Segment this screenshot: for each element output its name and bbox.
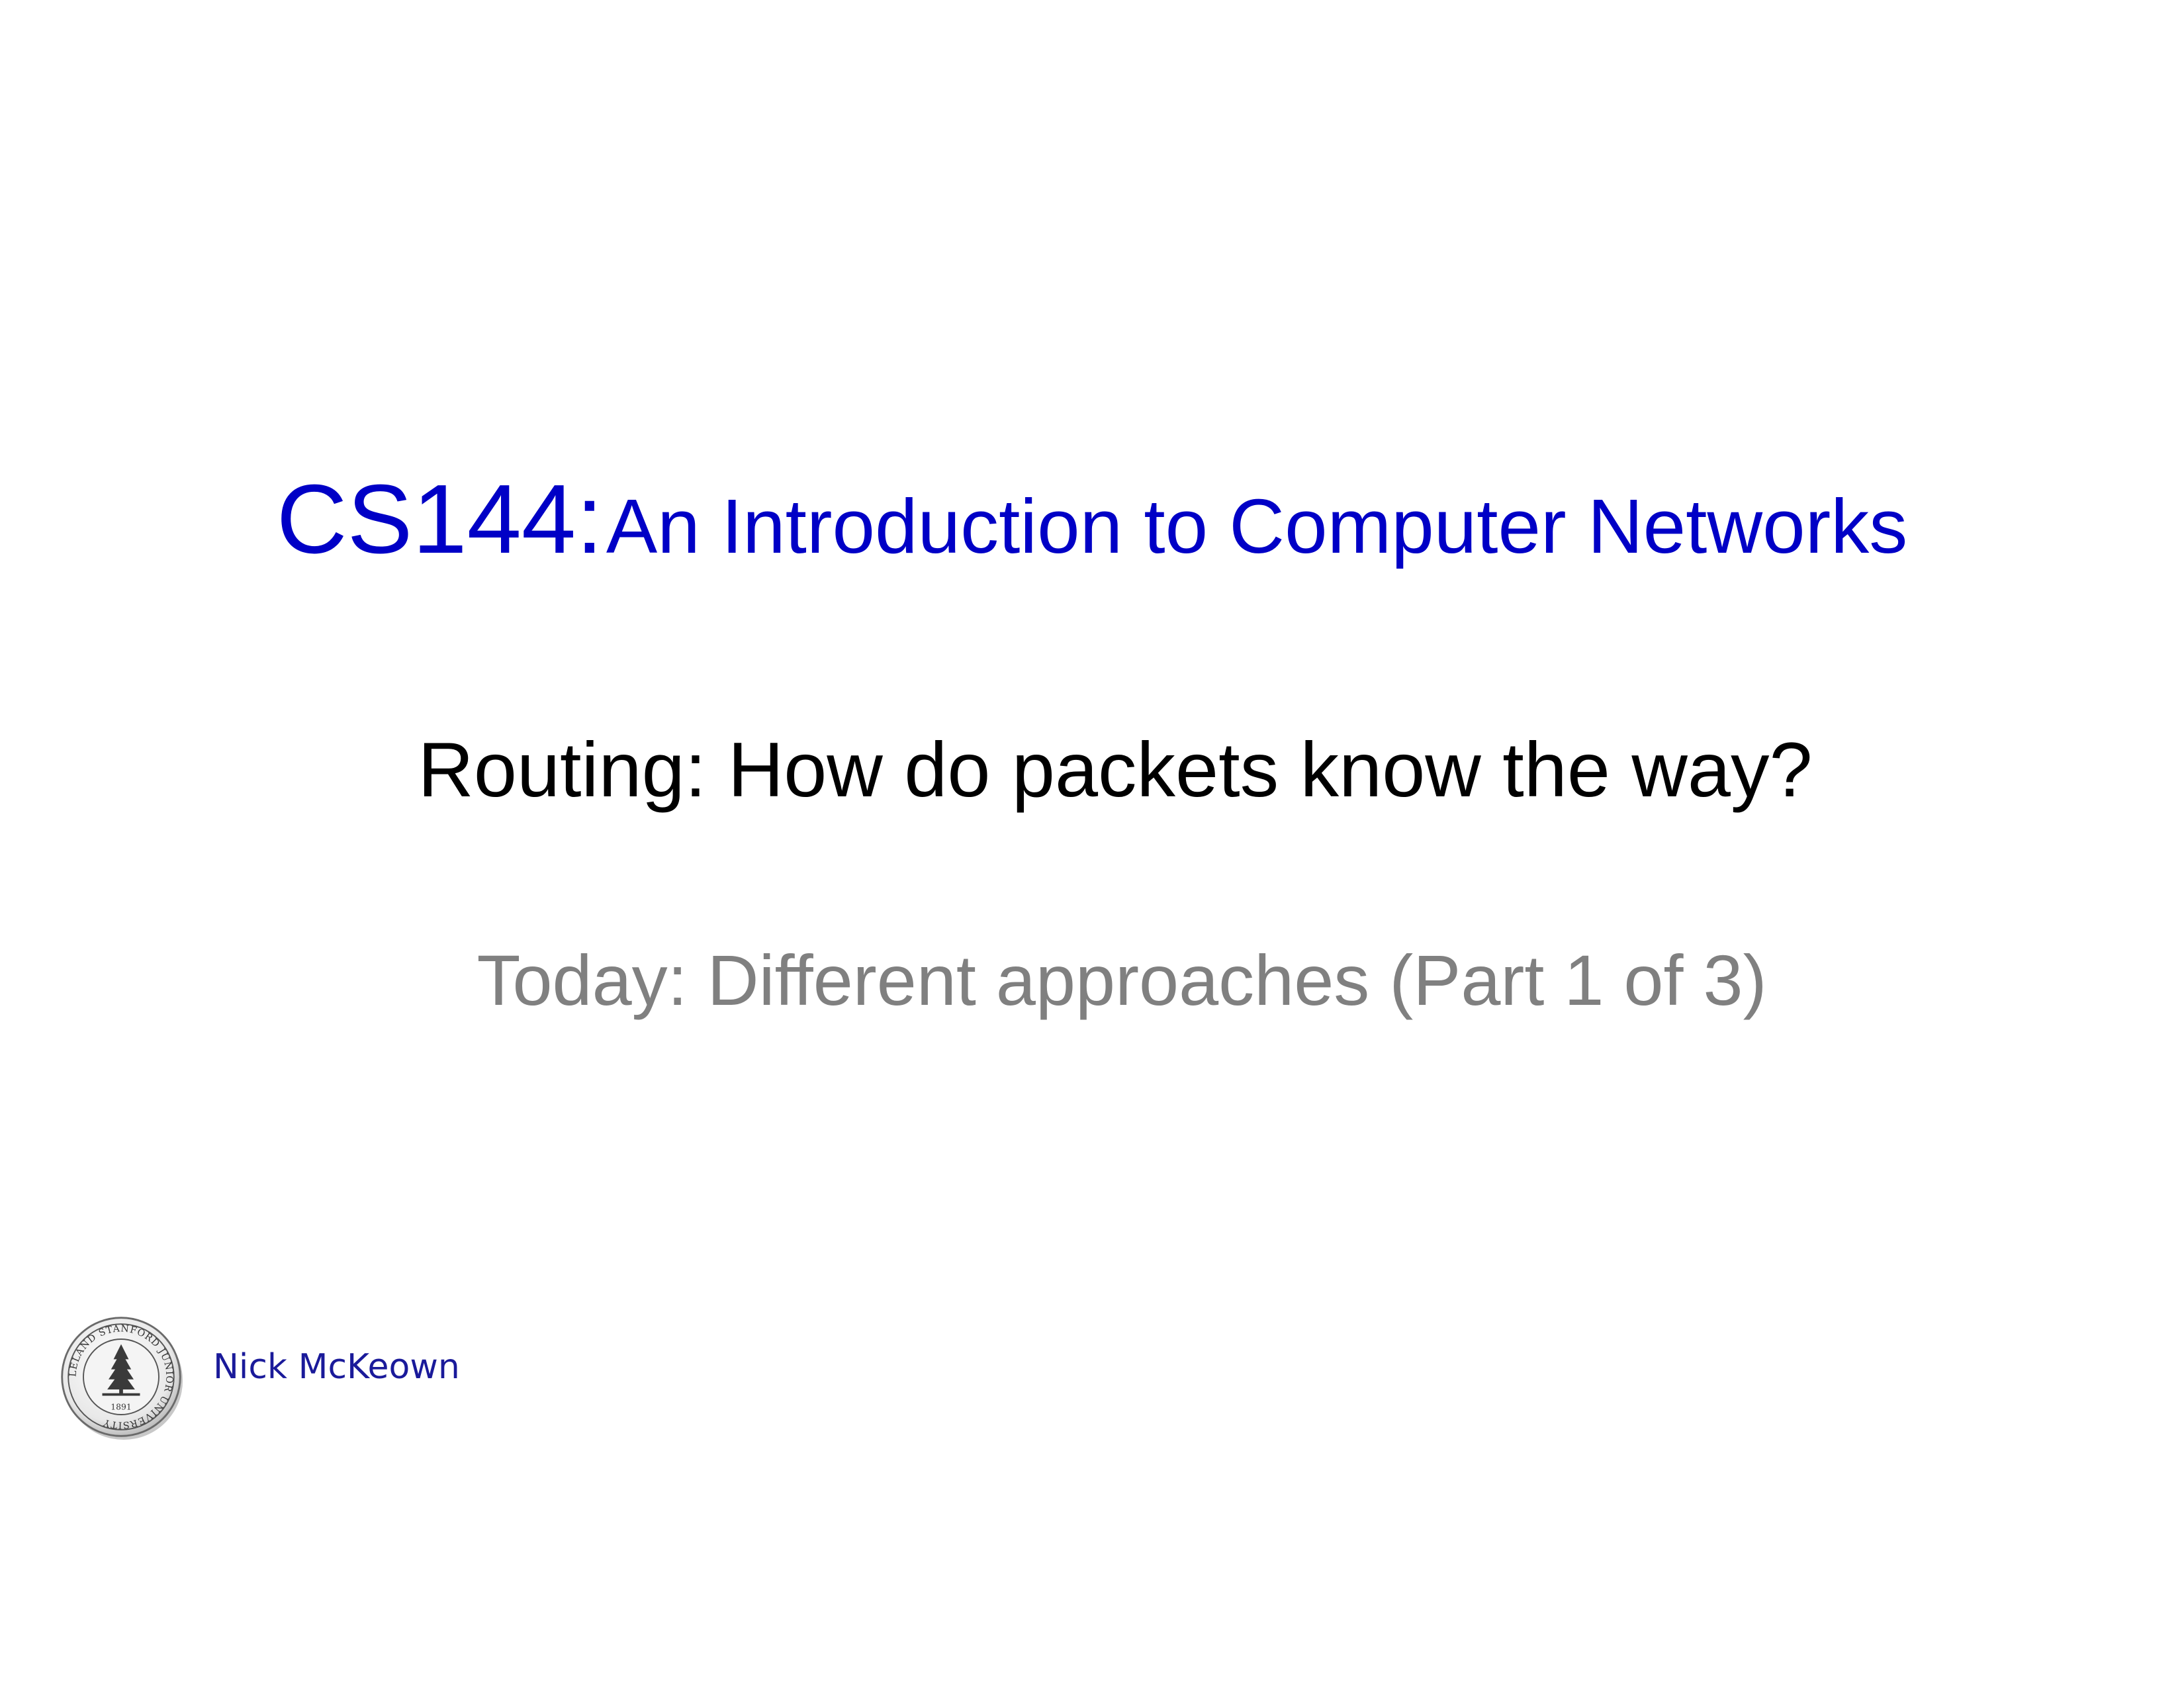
seal-year: 1891	[111, 1402, 131, 1411]
course-code: CS144:	[276, 465, 604, 574]
stanford-seal-icon: LELAND STANFORD JUNIOR UNIVERSITY 1891	[61, 1317, 183, 1440]
author-name: Nick McKeown	[213, 1347, 460, 1387]
lecture-subtitle: Today: Different approaches (Part 1 of 3…	[477, 940, 1767, 1020]
lecture-title: Routing: How do packets know the way?	[418, 726, 1813, 813]
course-name: An Introduction to Computer Networks	[606, 483, 1908, 569]
slide: CS144: An Introduction to Computer Netwo…	[0, 0, 2184, 1688]
course-title: CS144: An Introduction to Computer Netwo…	[0, 463, 2184, 576]
